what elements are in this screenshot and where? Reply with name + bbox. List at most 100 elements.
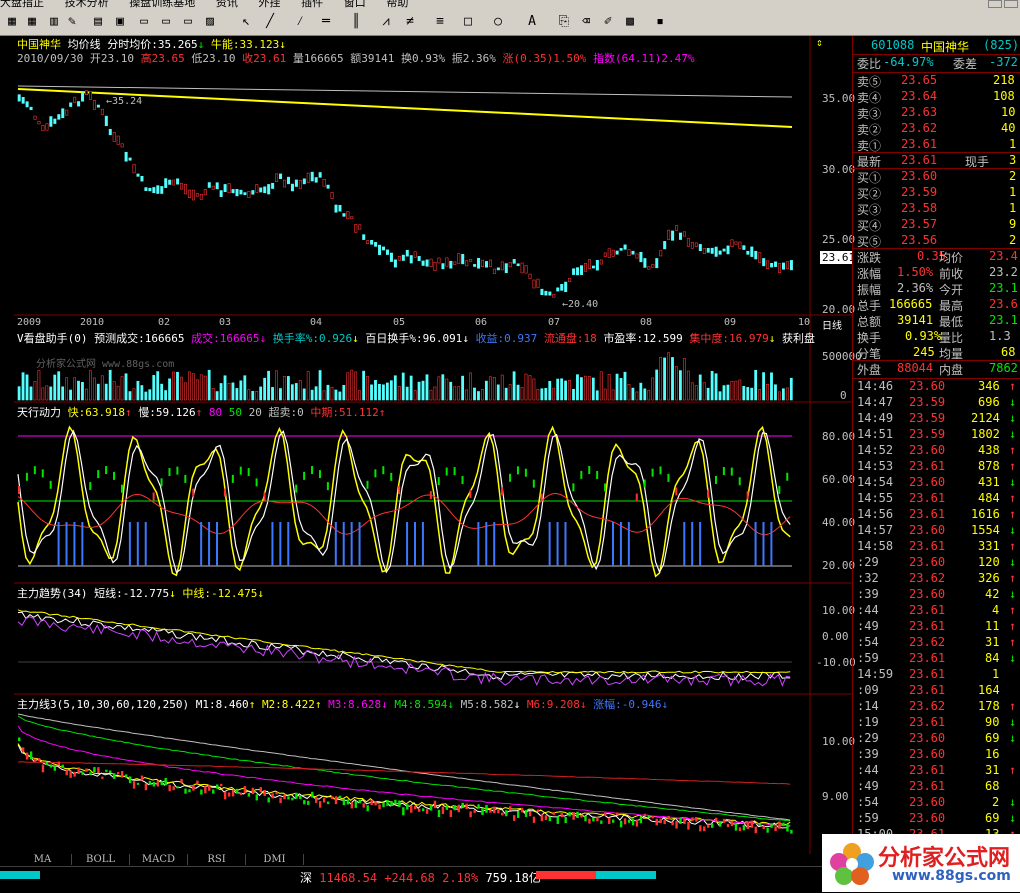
zhuli-candle: [402, 807, 405, 816]
stat-row: 总手 166665 最高 23.6: [857, 297, 1018, 313]
signal-bar: [699, 522, 702, 566]
zhuli-candle: [556, 816, 559, 824]
grid-icon[interactable]: ▦: [2, 13, 22, 31]
signal-bar: [516, 466, 519, 475]
text-icon[interactable]: A: [522, 13, 542, 31]
close-button[interactable]: [1004, 0, 1018, 8]
zhuli-candle: [57, 761, 60, 766]
tab-macd[interactable]: MACD: [130, 854, 188, 865]
candle: [104, 115, 108, 127]
candle: [635, 253, 639, 259]
menu-item[interactable]: 操盘训练基地: [129, 0, 195, 9]
copy-icon[interactable]: ⎘: [554, 13, 574, 31]
candle: [568, 278, 572, 282]
menu-item[interactable]: 技术分析: [65, 0, 109, 9]
zhuli-candle: [37, 758, 41, 762]
high-label: 高23.65: [140, 52, 185, 65]
volume-bar: [572, 388, 575, 401]
candle: [675, 225, 679, 231]
volume-bar: [251, 390, 255, 401]
hline-icon[interactable]: ═: [316, 13, 336, 31]
line-icon[interactable]: ╱: [260, 13, 280, 31]
candle: [520, 262, 524, 274]
candle: [742, 245, 746, 250]
candle: [322, 179, 326, 187]
layout-icon[interactable]: ▭: [134, 13, 154, 31]
window-icon[interactable]: ▤: [88, 13, 108, 31]
volume-bar: [239, 380, 243, 401]
menu-item[interactable]: 插件: [301, 0, 323, 9]
volume-bar: [508, 384, 512, 401]
menu-item[interactable]: 资讯: [216, 0, 238, 9]
volume-bar: [338, 391, 342, 401]
window-icon[interactable]: ▣: [110, 13, 130, 31]
volume-bar: [651, 377, 655, 401]
save-icon[interactable]: ▪: [650, 13, 670, 31]
bar-icon[interactable]: ▥: [44, 13, 64, 31]
index-amount: 759.18亿: [485, 871, 541, 885]
menu-item[interactable]: 帮助: [386, 0, 408, 9]
chart-icon[interactable]: ▨: [200, 13, 220, 31]
candle: [477, 257, 481, 269]
eraser-icon[interactable]: ⌫: [576, 13, 596, 31]
chart-canvas[interactable]: [14, 36, 852, 854]
fib-icon[interactable]: ≡: [430, 13, 450, 31]
volume-bar: [298, 380, 302, 401]
menu-item[interactable]: 外挂: [259, 0, 281, 9]
flower-icon: [830, 843, 874, 885]
period-label[interactable]: 日线: [822, 317, 842, 332]
volume-bar: [504, 387, 508, 401]
fan-icon[interactable]: ⩘: [376, 13, 396, 31]
candle: [215, 182, 219, 190]
signal-bar: [683, 522, 686, 566]
volume-bar: [259, 386, 263, 401]
layout-icon[interactable]: ▭: [178, 13, 198, 31]
volume-bar: [73, 377, 76, 401]
cursor-icon[interactable]: ↖: [236, 13, 256, 31]
signal-bar: [746, 491, 749, 500]
volume-bar: [168, 378, 171, 401]
expand-icon[interactable]: ⇕: [816, 36, 823, 49]
grid-icon[interactable]: ▦: [22, 13, 42, 31]
tab-dmi[interactable]: DMI: [246, 854, 304, 865]
gann-icon[interactable]: ≠: [400, 13, 420, 31]
candle: [92, 100, 96, 110]
stat-row: 总额 39141 最低 23.1: [857, 313, 1018, 329]
zhuli-candle: [461, 802, 464, 808]
ellipse-icon[interactable]: ○: [488, 13, 508, 31]
candle: [219, 190, 223, 197]
color-icon[interactable]: ▩: [620, 13, 640, 31]
tab-ma[interactable]: MA: [14, 854, 72, 865]
weicha-label: 委差: [953, 57, 978, 71]
vline-icon[interactable]: ║: [346, 13, 366, 31]
zhuli-candle: [390, 801, 393, 806]
volume-bar: [310, 389, 314, 401]
volume-bar: [255, 391, 259, 401]
menu-item[interactable]: 窗口: [344, 0, 366, 9]
zhuli-candle: [235, 788, 239, 794]
layout-icon[interactable]: ▭: [156, 13, 176, 31]
zhuli-candle: [322, 797, 326, 803]
candle: [275, 173, 279, 182]
tab-boll[interactable]: BOLL: [72, 854, 130, 865]
price-axis-label: 20.00: [822, 303, 856, 316]
menu-item[interactable]: 大盘指正: [0, 0, 44, 9]
zhuli-candle: [93, 767, 96, 773]
candle: [330, 192, 334, 199]
rect-icon[interactable]: □: [458, 13, 478, 31]
tick-list[interactable]: 14:46 23.60 346 ↑ 14:47 23.59 696 ↓ 14:49 23.59 21…: [853, 378, 1020, 854]
wrench-icon[interactable]: ✎: [62, 13, 82, 31]
zhuli-candle: [81, 771, 84, 775]
zhuli-candle: [588, 818, 591, 824]
candle: [223, 184, 227, 193]
candle: [500, 261, 504, 271]
tab-rsi[interactable]: RSI: [188, 854, 246, 865]
volume-bar: [421, 380, 425, 401]
tick-row: :19 23.61 90 ↓: [857, 715, 1017, 729]
signal-bar: [18, 486, 20, 494]
volume-bar: [627, 383, 631, 401]
parallel-icon[interactable]: ⁄: [290, 13, 310, 31]
restore-button[interactable]: [988, 0, 1002, 8]
candle: [405, 249, 409, 257]
pen-icon[interactable]: ✐: [598, 13, 618, 31]
